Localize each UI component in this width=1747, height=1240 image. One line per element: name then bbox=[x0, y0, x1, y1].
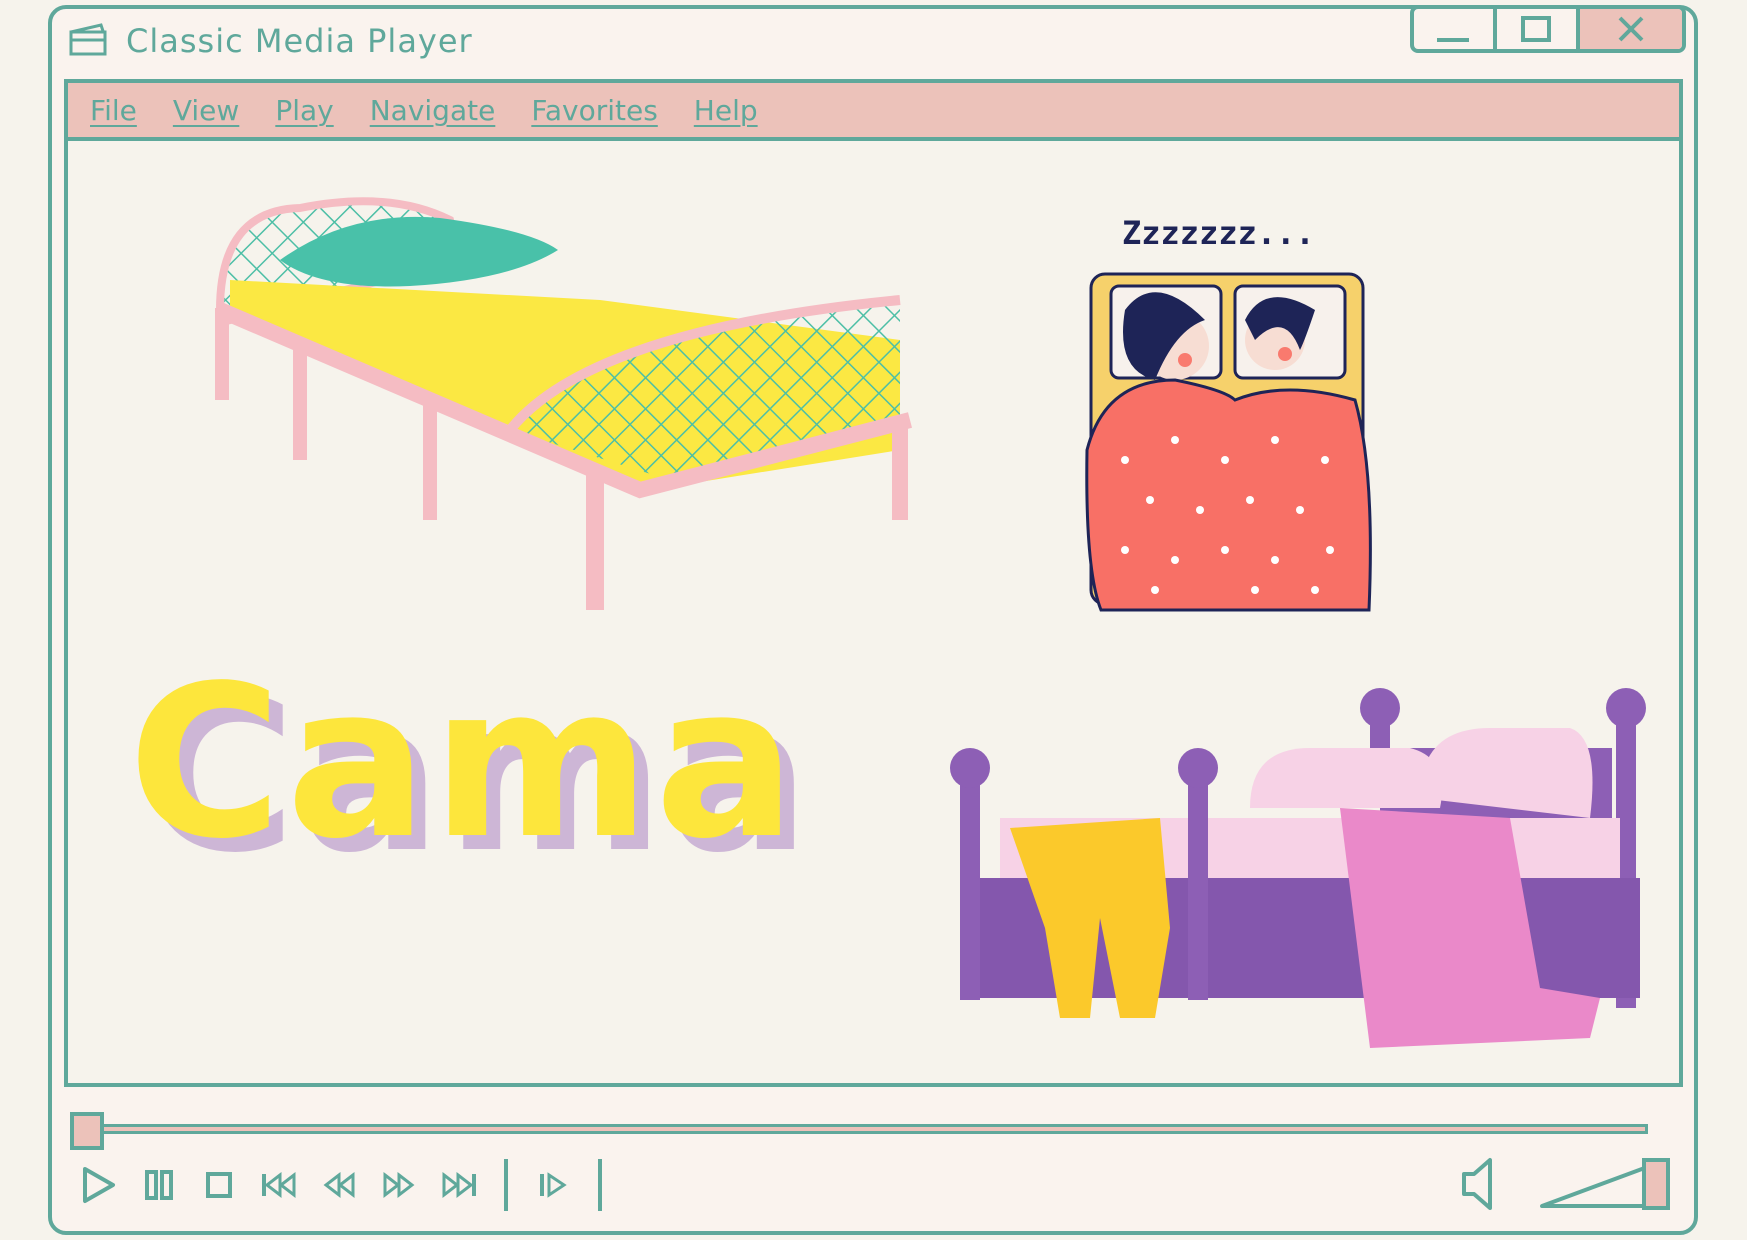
play-button[interactable] bbox=[78, 1164, 120, 1206]
sleep-text: Zzzzzzz... bbox=[1122, 214, 1315, 252]
sleeping-couple-illustration bbox=[1085, 272, 1372, 612]
bed-illustration-purple bbox=[950, 688, 1646, 1048]
minimize-button[interactable] bbox=[1414, 9, 1493, 49]
pause-button[interactable] bbox=[138, 1164, 180, 1206]
skip-forward-button[interactable] bbox=[438, 1164, 480, 1206]
menu-favorites[interactable]: Favorites bbox=[531, 94, 657, 127]
controls-divider bbox=[504, 1159, 508, 1211]
skip-back-button[interactable] bbox=[258, 1164, 300, 1206]
menu-file[interactable]: File bbox=[90, 94, 137, 127]
volume-slider bbox=[1540, 1164, 1652, 1208]
stop-icon bbox=[206, 1172, 232, 1198]
minimize-icon bbox=[1437, 38, 1470, 42]
frame-step-icon bbox=[540, 1172, 567, 1198]
volume-control[interactable] bbox=[1460, 1156, 1670, 1212]
frame-step-button[interactable] bbox=[532, 1164, 574, 1206]
stop-button[interactable] bbox=[198, 1164, 240, 1206]
controls-divider bbox=[598, 1159, 602, 1211]
close-icon bbox=[1618, 16, 1644, 42]
vocabulary-word: Cama bbox=[128, 640, 801, 885]
skip-forward-icon bbox=[442, 1171, 476, 1199]
volume-thumb bbox=[1642, 1158, 1670, 1210]
speaker-icon bbox=[1462, 1158, 1492, 1210]
window-title: Classic Media Player bbox=[126, 22, 473, 60]
menu-help[interactable]: Help bbox=[694, 94, 758, 127]
fast-forward-button[interactable] bbox=[378, 1164, 420, 1206]
menu-view[interactable]: View bbox=[173, 94, 239, 127]
window-controls bbox=[1410, 5, 1686, 53]
maximize-button[interactable] bbox=[1492, 9, 1576, 49]
menu-play[interactable]: Play bbox=[275, 94, 333, 127]
playback-controls bbox=[78, 1159, 626, 1211]
rewind-button[interactable] bbox=[318, 1164, 360, 1206]
skip-back-icon bbox=[262, 1171, 296, 1199]
menu-navigate[interactable]: Navigate bbox=[370, 94, 496, 127]
seek-track[interactable] bbox=[90, 1124, 1648, 1134]
fast-forward-icon bbox=[383, 1171, 415, 1199]
bed-illustration-pink bbox=[215, 197, 913, 610]
menu-bar: File View Play Navigate Favorites Help bbox=[64, 79, 1683, 141]
seek-bar[interactable] bbox=[70, 1112, 1658, 1150]
play-icon bbox=[83, 1167, 115, 1203]
maximize-icon bbox=[1521, 16, 1552, 42]
rewind-icon bbox=[323, 1171, 355, 1199]
clapperboard-icon bbox=[69, 23, 107, 56]
close-button[interactable] bbox=[1575, 9, 1682, 49]
seek-thumb[interactable] bbox=[70, 1112, 104, 1150]
pause-icon bbox=[145, 1170, 173, 1200]
